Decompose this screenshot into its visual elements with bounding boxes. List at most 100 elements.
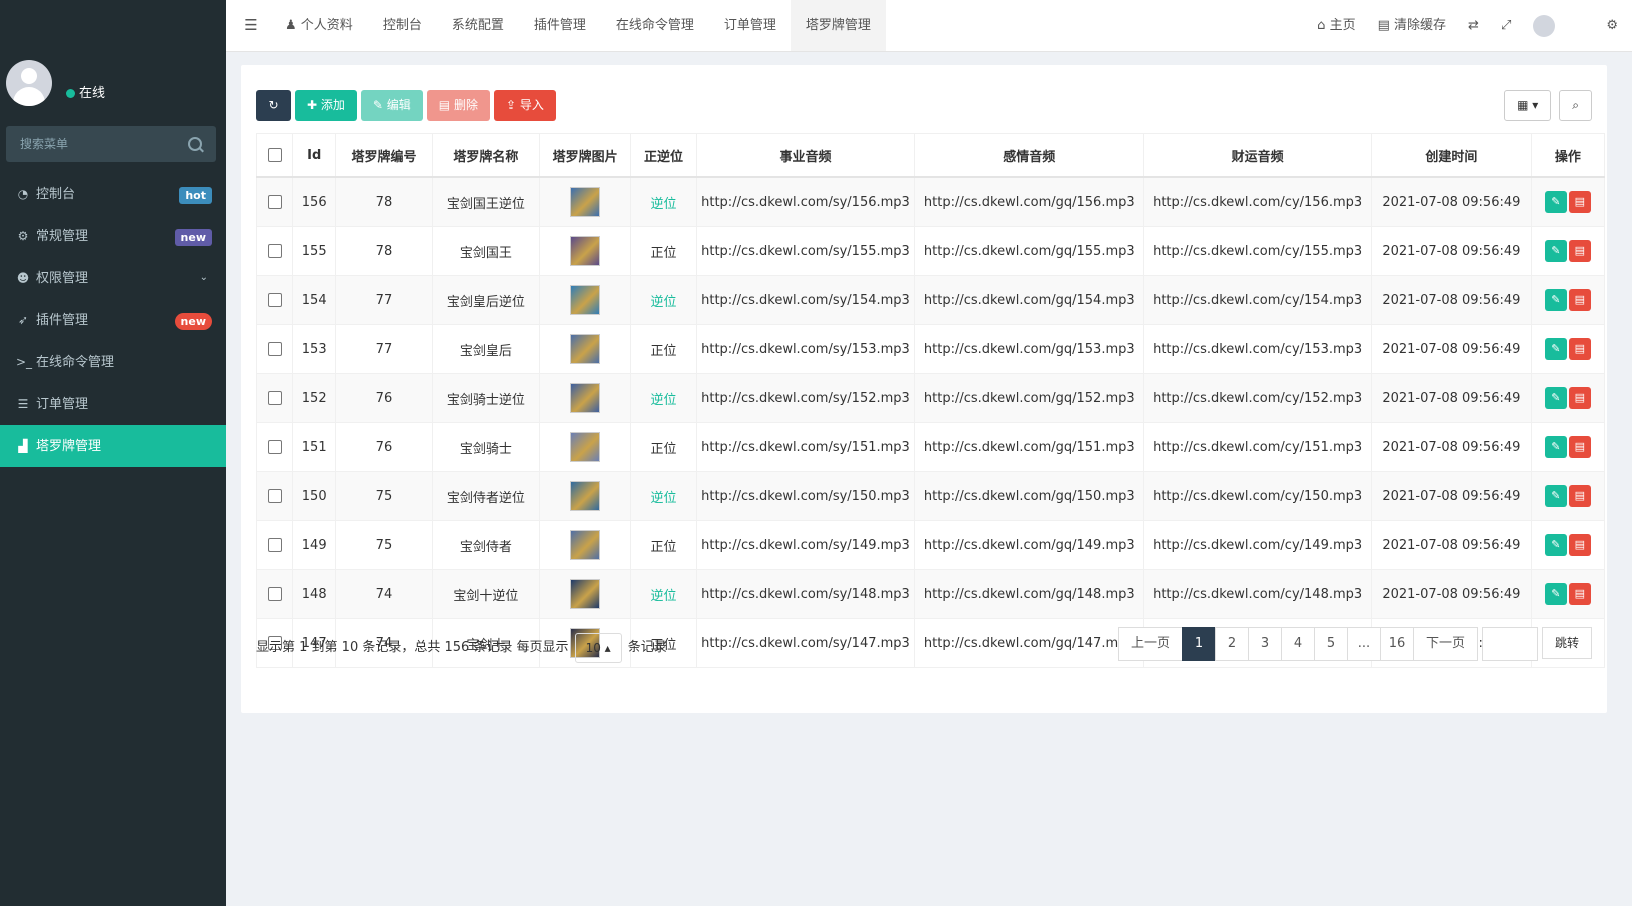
sidebar-search-input[interactable]	[6, 126, 190, 162]
table-row[interactable]: 152 76 宝剑骑士逆位 逆位 http://cs.dkewl.com/sy/152.…	[255, 373, 1606, 423]
table-row[interactable]: 150 75 宝剑侍者逆位 逆位 http://cs.dkewl.com/sy/150.…	[255, 471, 1606, 521]
search-icon[interactable]	[188, 137, 202, 151]
row-edit-button[interactable]: ✎	[1544, 289, 1567, 311]
col-career-audio[interactable]: 事业音频	[695, 133, 916, 178]
row-delete-button[interactable]: ▤	[1568, 534, 1591, 556]
tab-2[interactable]: 系统配置	[437, 0, 519, 51]
table-row[interactable]: 148 74 宝剑十逆位 逆位 http://cs.dkewl.com/sy/148.m…	[255, 569, 1606, 619]
page-button[interactable]: 1	[1181, 627, 1216, 661]
card-thumbnail[interactable]	[570, 579, 601, 609]
table-row[interactable]: 149 75 宝剑侍者 正位 http://cs.dkewl.com/sy/149.mp…	[255, 520, 1606, 570]
page-jump-input[interactable]	[1481, 627, 1538, 661]
page-button[interactable]: 2	[1214, 627, 1249, 661]
table-toolbar: ↻ ✚ 添加 ✎ 编辑 ▤ 删除 ⇪ 导入	[256, 90, 556, 122]
row-edit-button[interactable]: ✎	[1544, 534, 1567, 556]
sidebar-item-1[interactable]: ⚙ 常规管理 new	[0, 215, 226, 257]
row-edit-button[interactable]: ✎	[1544, 436, 1567, 458]
add-button[interactable]: ✚ 添加	[295, 90, 357, 121]
row-delete-button[interactable]: ▤	[1568, 191, 1591, 213]
table-row[interactable]: 156 78 宝剑国王逆位 逆位 http://cs.dkewl.com/sy/156.…	[255, 176, 1606, 227]
col-card-number[interactable]: 塔罗牌编号	[335, 133, 433, 178]
row-checkbox[interactable]	[267, 342, 282, 356]
row-edit-button[interactable]: ✎	[1544, 485, 1567, 507]
delete-button[interactable]: ▤ 删除	[426, 90, 490, 121]
columns-toggle-button[interactable]: ▦ ▾	[1504, 90, 1552, 121]
card-thumbnail[interactable]	[570, 187, 601, 217]
row-delete-button[interactable]: ▤	[1568, 338, 1591, 360]
tab-1[interactable]: 控制台	[368, 0, 437, 51]
row-checkbox[interactable]	[267, 244, 282, 258]
table-row[interactable]: 154 77 宝剑皇后逆位 逆位 http://cs.dkewl.com/sy/154.…	[255, 275, 1606, 325]
table-row[interactable]: 153 77 宝剑皇后 正位 http://cs.dkewl.com/sy/153.mp…	[255, 324, 1606, 374]
user-menu[interactable]	[1522, 0, 1566, 51]
page-button[interactable]: 3	[1247, 627, 1282, 661]
row-edit-button[interactable]: ✎	[1544, 240, 1567, 262]
sidebar-item-6[interactable]: ▟ 塔罗牌管理	[0, 425, 226, 467]
card-thumbnail[interactable]	[570, 432, 601, 462]
import-button[interactable]: ⇪ 导入	[493, 90, 556, 121]
row-checkbox[interactable]	[267, 440, 282, 454]
card-thumbnail[interactable]	[570, 530, 601, 560]
row-edit-button[interactable]: ✎	[1544, 583, 1567, 605]
row-select-cell	[255, 176, 294, 227]
search-toggle-button[interactable]: ⌕	[1559, 90, 1592, 121]
row-edit-button[interactable]: ✎	[1544, 338, 1567, 360]
refresh-button[interactable]: ↻	[256, 90, 291, 121]
home-link[interactable]: ⌂ 主页	[1306, 0, 1366, 51]
card-thumbnail[interactable]	[570, 481, 601, 511]
col-card-image[interactable]: 塔罗牌图片	[539, 133, 632, 178]
row-edit-button[interactable]: ✎	[1544, 387, 1567, 409]
card-thumbnail[interactable]	[570, 236, 601, 266]
page-jump-button[interactable]: 跳转	[1541, 627, 1592, 659]
table-row[interactable]: 155 78 宝剑国王 正位 http://cs.dkewl.com/sy/155.mp…	[255, 226, 1606, 276]
row-delete-button[interactable]: ▤	[1568, 436, 1591, 458]
next-page-button[interactable]: 下一页	[1412, 627, 1478, 661]
row-delete-button[interactable]: ▤	[1568, 240, 1591, 262]
fullscreen-icon[interactable]: ⤢	[1490, 0, 1522, 51]
row-checkbox[interactable]	[267, 195, 282, 209]
page-button[interactable]: 16	[1379, 627, 1414, 661]
sidebar-item-5[interactable]: ☰ 订单管理	[0, 383, 226, 425]
language-icon[interactable]: ⇄	[1457, 0, 1490, 51]
edit-button[interactable]: ✎ 编辑	[360, 90, 423, 121]
page-button[interactable]: 4	[1280, 627, 1315, 661]
row-checkbox[interactable]	[267, 293, 282, 307]
card-thumbnail[interactable]	[570, 334, 601, 364]
sidebar-item-4[interactable]: >_ 在线命令管理	[0, 341, 226, 383]
sidebar-item-2[interactable]: ☻ 权限管理 ⌄	[0, 257, 226, 299]
page-button[interactable]: 5	[1313, 627, 1348, 661]
col-card-name[interactable]: 塔罗牌名称	[431, 133, 541, 178]
col-position[interactable]: 正逆位	[630, 133, 697, 178]
col-love-audio[interactable]: 感情音频	[914, 133, 1145, 178]
control-sidebar-icon[interactable]: ⚙	[1566, 0, 1632, 51]
row-delete-button[interactable]: ▤	[1568, 485, 1591, 507]
tab-4[interactable]: 在线命令管理	[601, 0, 709, 51]
menu-toggle-icon[interactable]: ☰	[236, 0, 266, 51]
prev-page-button[interactable]: 上一页	[1117, 627, 1183, 661]
page-button[interactable]: ...	[1346, 627, 1381, 661]
select-all-checkbox[interactable]	[267, 148, 282, 162]
row-checkbox[interactable]	[267, 587, 282, 601]
sidebar-item-0[interactable]: ◔ 控制台 hot	[0, 173, 226, 215]
card-thumbnail[interactable]	[570, 383, 601, 413]
tab-3[interactable]: 插件管理	[519, 0, 601, 51]
row-delete-button[interactable]: ▤	[1568, 387, 1591, 409]
col-wealth-audio[interactable]: 财运音频	[1143, 133, 1373, 178]
row-delete-button[interactable]: ▤	[1568, 289, 1591, 311]
col-created-time[interactable]: 创建时间	[1371, 133, 1532, 178]
card-thumbnail[interactable]	[570, 285, 601, 315]
row-checkbox[interactable]	[267, 489, 282, 503]
row-delete-button[interactable]: ▤	[1568, 583, 1591, 605]
row-checkbox[interactable]	[267, 391, 282, 405]
tab-6[interactable]: 塔罗牌管理	[790, 0, 886, 51]
row-checkbox[interactable]	[267, 538, 282, 552]
row-edit-button[interactable]: ✎	[1544, 191, 1567, 213]
page-size-select[interactable]: 10 ▴	[574, 633, 622, 663]
col-id[interactable]: Id	[292, 133, 337, 178]
clear-cache-link[interactable]: ▤ 清除缓存	[1367, 0, 1457, 51]
tab-5[interactable]: 订单管理	[709, 0, 791, 51]
table-row[interactable]: 151 76 宝剑骑士 正位 http://cs.dkewl.com/sy/151.mp…	[255, 422, 1606, 472]
avatar[interactable]	[6, 60, 52, 106]
sidebar-item-3[interactable]: ➶ 插件管理 new	[0, 299, 226, 341]
tab-0[interactable]: ♟ 个人资料	[270, 0, 368, 51]
